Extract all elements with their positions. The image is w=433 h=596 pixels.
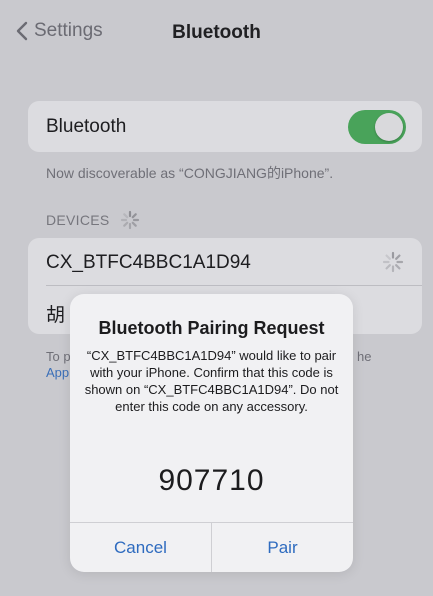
discoverable-text: Now discoverable as “CONGJIANG的iPhone”. <box>46 165 334 181</box>
footer-text: To p App <box>46 349 71 381</box>
device-name: CX_BTFC4BBC1A1D94 <box>46 252 251 273</box>
pair-button[interactable]: Pair <box>212 523 353 572</box>
device-row[interactable]: CX_BTFC4BBC1A1D94 <box>28 238 422 286</box>
footer-trailing-text: he <box>357 349 372 364</box>
devices-header-label: DEVICES <box>46 212 110 228</box>
settings-screen: Settings Bluetooth Bluetooth Now discove… <box>0 0 433 596</box>
alert-message: “CX_BTFC4BBC1A1D94” would like to pair w… <box>84 348 339 414</box>
switch-knob <box>375 113 403 141</box>
page-title: Bluetooth <box>172 22 261 43</box>
alert-title: Bluetooth Pairing Request <box>98 318 325 338</box>
bluetooth-switch[interactable] <box>348 110 406 144</box>
bluetooth-label: Bluetooth <box>46 116 127 137</box>
footer-link[interactable]: App <box>46 365 71 381</box>
cancel-button[interactable]: Cancel <box>70 523 211 572</box>
device-name: 胡 <box>46 305 66 326</box>
pairing-request-alert: Bluetooth Pairing Request “CX_BTFC4BBC1A… <box>70 294 353 572</box>
activity-spinner-icon <box>120 210 139 230</box>
activity-spinner-icon <box>382 251 404 273</box>
pairing-code: 907710 <box>158 464 265 497</box>
devices-section-header: DEVICES <box>46 210 140 230</box>
footer-text-fragment: To p <box>46 349 71 364</box>
bluetooth-toggle-row: Bluetooth <box>28 101 422 152</box>
navigation-bar: Settings Bluetooth <box>0 0 433 62</box>
